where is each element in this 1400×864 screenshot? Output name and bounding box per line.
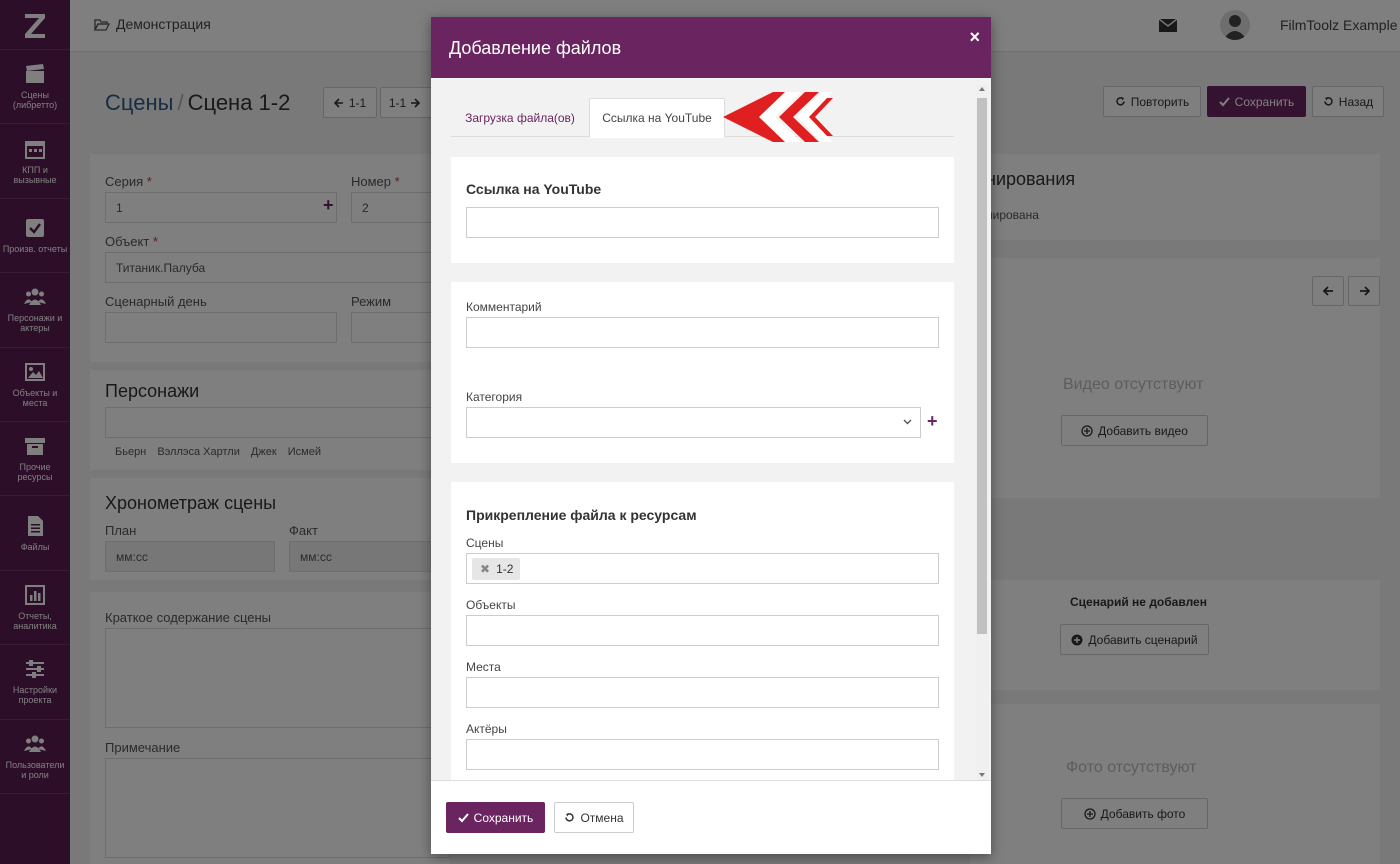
modal-scrollbar[interactable] [976,84,988,780]
modal-cancel-label: Отмена [580,810,624,825]
comment-input[interactable] [466,317,939,348]
undo-icon [565,813,575,822]
youtube-card: Ссылка на YouTube [451,157,954,263]
scene-chip-label: 1-2 [496,562,514,576]
modal-tabs: Загрузка файла(ов) Ссылка на YouTube [451,92,954,142]
scene-chip: ✖ 1-2 [472,558,521,580]
modal-title: Добавление файлов [449,38,622,58]
close-icon[interactable]: × [969,27,980,48]
attach-title: Прикрепление файла к ресурсам [466,507,697,523]
scrollbar-thumb[interactable] [977,98,987,634]
modal-save-label: Сохранить [473,810,534,825]
modal-save-button[interactable]: Сохранить [446,802,545,833]
actors-multiselect[interactable] [466,739,939,770]
category-label: Категория [466,390,523,404]
attach-card: Прикрепление файла к ресурсам Сцены ✖ 1-… [451,482,954,780]
tab-label: Загрузка файла(ов) [465,110,575,125]
scenes-label: Сцены [466,536,504,550]
scenes-multiselect[interactable]: ✖ 1-2 [466,553,939,584]
remove-chip-icon[interactable]: ✖ [480,562,490,576]
actors-label: Актёры [466,722,507,736]
category-select[interactable] [466,407,921,438]
modal-footer: Сохранить Отмена [431,780,991,854]
chevron-down-icon [903,419,912,425]
youtube-link-input[interactable] [466,207,939,238]
details-card: Комментарий Категория + [451,282,954,463]
pointer-arrows-icon [723,92,833,142]
tab-label: Ссылка на YouTube [602,111,712,125]
add-files-modal: Добавление файлов × Загрузка файла(ов) С… [431,17,991,854]
comment-label: Комментарий [466,300,542,314]
modal-header: Добавление файлов × [431,17,991,78]
add-category-icon[interactable]: + [927,411,938,432]
places-multiselect[interactable] [466,677,939,708]
modal-cancel-button[interactable]: Отмена [554,802,634,833]
tab-youtube-link[interactable]: Ссылка на YouTube [589,98,725,138]
youtube-title: Ссылка на YouTube [466,181,602,197]
modal-body: Загрузка файла(ов) Ссылка на YouTube Ссы… [431,78,991,780]
scroll-up-icon[interactable] [979,87,985,91]
places-label: Места [466,660,501,674]
objects-multiselect[interactable] [466,615,939,646]
tab-upload-files[interactable]: Загрузка файла(ов) [451,98,589,137]
check-icon [457,812,469,822]
objects-label: Объекты [466,598,516,612]
scroll-down-icon[interactable] [979,773,985,777]
